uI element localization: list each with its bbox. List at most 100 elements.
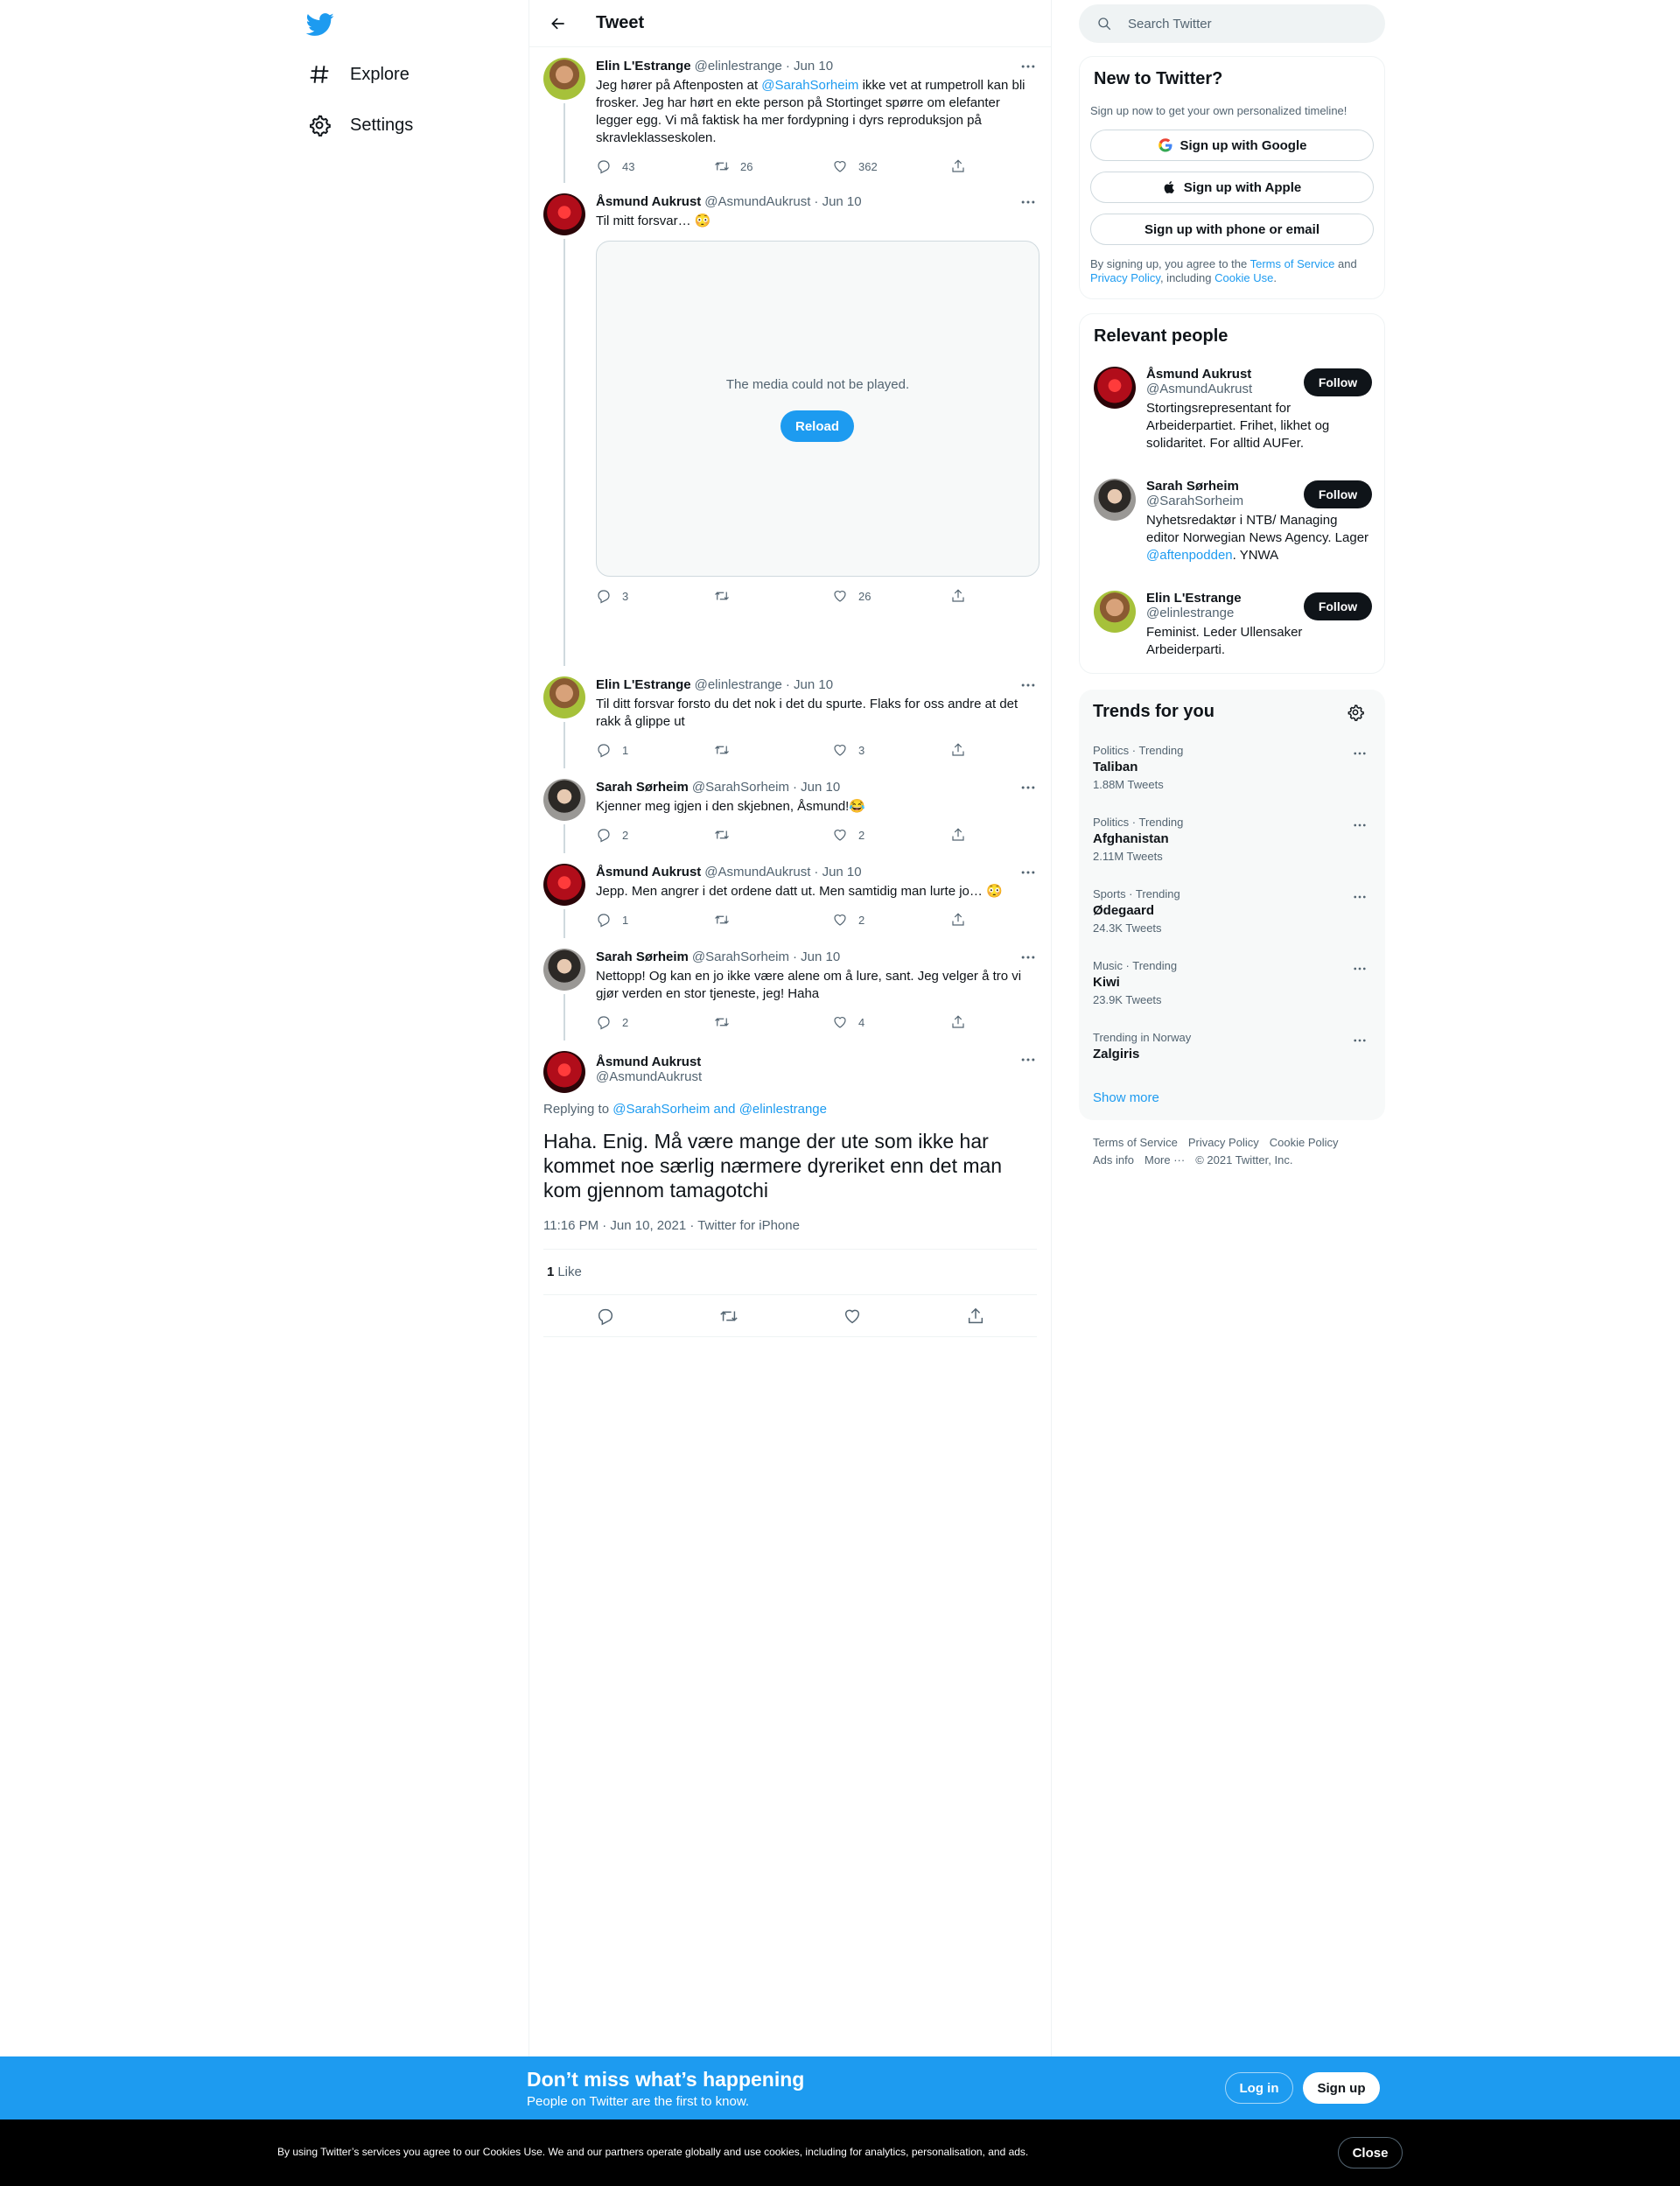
share-button[interactable] xyxy=(950,827,968,843)
author-name[interactable]: Sarah Sørheim xyxy=(596,949,689,966)
footer-link[interactable]: Privacy Policy xyxy=(1188,1136,1259,1149)
thread-tweet[interactable]: Sarah Sørheim @SarahSorheim · Jun 10 Kjenn… xyxy=(529,768,1051,853)
share-button[interactable] xyxy=(950,742,968,758)
avatar[interactable] xyxy=(543,193,585,235)
mention-link[interactable]: @SarahSorheim xyxy=(761,78,858,93)
bio-mention-link[interactable]: @aftenpodden xyxy=(1146,548,1233,563)
like-button[interactable]: 362 xyxy=(832,158,902,174)
footer-link[interactable]: Ads info xyxy=(1093,1153,1134,1167)
share-button[interactable] xyxy=(950,158,968,174)
back-arrow-icon[interactable] xyxy=(543,9,573,39)
signup-apple-button[interactable]: Sign up with Apple xyxy=(1090,172,1374,203)
follow-button[interactable]: Follow xyxy=(1304,592,1372,620)
avatar[interactable] xyxy=(543,676,585,718)
author-handle[interactable]: @elinlestrange xyxy=(695,58,782,75)
author-handle[interactable]: @AsmundAukrust xyxy=(596,1069,1037,1084)
heart-icon[interactable] xyxy=(843,1307,862,1326)
trends-settings-gear-icon[interactable] xyxy=(1347,704,1364,721)
author-name[interactable]: Elin L'Estrange xyxy=(596,676,691,694)
nav-item-explore[interactable]: Explore xyxy=(308,63,410,86)
footer-link[interactable]: Cookie Policy xyxy=(1270,1136,1339,1149)
media-player[interactable]: The media could not be played. Reload xyxy=(596,241,1040,577)
avatar[interactable] xyxy=(543,779,585,821)
thread-tweet[interactable]: Elin L'Estrange @elinlestrange · Jun 10 Je… xyxy=(529,47,1051,183)
author-name[interactable]: Åsmund Aukrust xyxy=(596,1054,1037,1069)
share-icon[interactable] xyxy=(966,1307,985,1326)
thread-tweet[interactable]: Åsmund Aukrust @AsmundAukrust · Jun 10 Til… xyxy=(529,183,1051,666)
replying-to-links[interactable]: @SarahSorheim and @elinlestrange xyxy=(612,1102,827,1117)
tweet-date[interactable]: · Jun 10 xyxy=(793,779,840,796)
follow-button[interactable]: Follow xyxy=(1304,480,1372,508)
tweet-timestamp[interactable]: 11:16 PM · Jun 10, 2021 · Twitter for iP… xyxy=(543,1218,1037,1233)
avatar[interactable] xyxy=(1094,479,1136,521)
thread-tweet[interactable]: Elin L'Estrange @elinlestrange · Jun 10 Ti… xyxy=(529,666,1051,768)
reply-icon[interactable] xyxy=(596,1307,615,1326)
retweet-button[interactable] xyxy=(714,912,784,928)
more-options-icon[interactable] xyxy=(1352,961,1368,977)
show-more-link[interactable]: Show more xyxy=(1093,1090,1159,1105)
like-stats[interactable]: 1 Like xyxy=(543,1249,1037,1295)
author-handle[interactable]: @SarahSorheim xyxy=(692,779,789,796)
author-name[interactable]: Elin L'Estrange xyxy=(596,58,691,75)
privacy-policy-link[interactable]: Privacy Policy xyxy=(1090,271,1160,284)
person-item[interactable]: Elin L'Estrange @elinlestrange Feminist.… xyxy=(1094,591,1372,659)
tweet-date[interactable]: · Jun 10 xyxy=(786,58,833,75)
tweet-date[interactable]: · Jun 10 xyxy=(786,676,833,694)
reload-button[interactable]: Reload xyxy=(780,410,854,442)
reply-button[interactable]: 2 xyxy=(596,827,666,843)
retweet-button[interactable] xyxy=(714,827,784,843)
avatar[interactable] xyxy=(543,949,585,991)
retweet-button[interactable]: 26 xyxy=(714,158,784,174)
trend-item[interactable]: Sports · Trending Ødegaard 24.3K Tweets xyxy=(1093,887,1371,935)
nav-item-settings[interactable]: Settings xyxy=(308,114,413,137)
share-button[interactable] xyxy=(950,588,968,604)
trend-item[interactable]: Music · Trending Kiwi 23.9K Tweets xyxy=(1093,959,1371,1006)
reply-button[interactable]: 3 xyxy=(596,588,666,604)
more-options-icon[interactable] xyxy=(1352,817,1368,833)
more-options-icon[interactable] xyxy=(1352,889,1368,905)
signup-button[interactable]: Sign up xyxy=(1303,2072,1380,2104)
author-name[interactable]: Sarah Sørheim xyxy=(596,779,689,796)
more-options-icon[interactable] xyxy=(1019,58,1037,75)
reply-button[interactable]: 43 xyxy=(596,158,666,174)
more-options-icon[interactable] xyxy=(1019,193,1037,211)
author-handle[interactable]: @SarahSorheim xyxy=(692,949,789,966)
tweet-date[interactable]: · Jun 10 xyxy=(814,193,861,211)
like-button[interactable]: 4 xyxy=(832,1014,902,1030)
search-bar[interactable] xyxy=(1079,4,1385,43)
footer-link[interactable]: More ··· xyxy=(1144,1153,1185,1167)
author-handle[interactable]: @AsmundAukrust xyxy=(704,864,810,881)
retweet-button[interactable] xyxy=(714,742,784,758)
reply-button[interactable]: 2 xyxy=(596,1014,666,1030)
more-options-icon[interactable] xyxy=(1019,676,1037,694)
like-button[interactable]: 3 xyxy=(832,742,902,758)
avatar[interactable] xyxy=(1094,591,1136,633)
author-handle[interactable]: @AsmundAukrust xyxy=(704,193,810,211)
share-button[interactable] xyxy=(950,912,968,928)
cookie-use-link[interactable]: Cookie Use xyxy=(1214,271,1273,284)
more-options-icon[interactable] xyxy=(1019,949,1037,966)
author-handle[interactable]: @elinlestrange xyxy=(695,676,782,694)
search-input[interactable] xyxy=(1128,16,1373,32)
terms-of-service-link[interactable]: Terms of Service xyxy=(1250,257,1335,270)
avatar[interactable] xyxy=(543,58,585,100)
share-button[interactable] xyxy=(950,1014,968,1030)
thread-tweet[interactable]: Sarah Sørheim @SarahSorheim · Jun 10 Netto… xyxy=(529,938,1051,1040)
signup-phone-button[interactable]: Sign up with phone or email xyxy=(1090,214,1374,245)
more-options-icon[interactable] xyxy=(1352,746,1368,761)
thread-tweet[interactable]: Åsmund Aukrust @AsmundAukrust · Jun 10 Jep… xyxy=(529,853,1051,938)
login-button[interactable]: Log in xyxy=(1225,2072,1293,2104)
like-button[interactable]: 2 xyxy=(832,912,902,928)
reply-button[interactable]: 1 xyxy=(596,742,666,758)
person-item[interactable]: Sarah Sørheim @SarahSorheim Nyhetsredakt… xyxy=(1094,479,1372,564)
more-options-icon[interactable] xyxy=(1019,779,1037,796)
more-options-icon[interactable] xyxy=(1019,1051,1037,1068)
retweet-button[interactable] xyxy=(714,588,784,604)
signup-google-button[interactable]: Sign up with Google xyxy=(1090,130,1374,161)
more-options-icon[interactable] xyxy=(1019,864,1037,881)
avatar[interactable] xyxy=(543,864,585,906)
author-name[interactable]: Åsmund Aukrust xyxy=(596,193,701,211)
trend-item[interactable]: Politics · Trending Afghanistan 2.11M Tw… xyxy=(1093,816,1371,863)
like-button[interactable]: 2 xyxy=(832,827,902,843)
trend-item[interactable]: Trending in Norway Zalgiris xyxy=(1093,1031,1371,1061)
